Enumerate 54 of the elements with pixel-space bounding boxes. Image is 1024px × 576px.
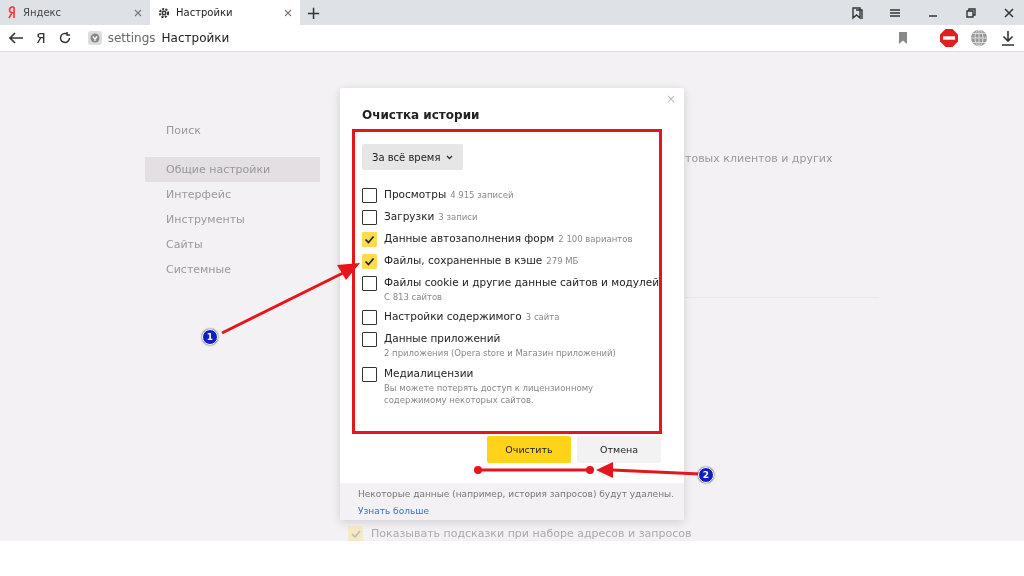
option-label: Просмотры [384, 188, 447, 200]
learn-more-link[interactable]: Узнать больше [358, 506, 429, 516]
option-label: Настройки содержимого [384, 310, 522, 323]
shield-icon [87, 31, 102, 45]
dialog-title: Очистка истории [362, 108, 481, 122]
globe-icon[interactable] [970, 29, 988, 47]
option-description: С 813 сайтов [384, 291, 444, 304]
browser-tab[interactable]: Яндекс [0, 0, 150, 25]
option-label: Показывать подсказки при наборе адресов и запросов [371, 527, 692, 540]
checkbox[interactable] [362, 332, 377, 348]
browser-tab[interactable]: Настройки [150, 0, 300, 25]
item-count: 279 МБ [546, 256, 579, 266]
footer-note: Некоторые данные (например, история запросов) будут удалены. [358, 489, 675, 499]
gear-icon [158, 6, 170, 19]
period-dropdown[interactable]: За всё время [362, 144, 464, 170]
checkbox[interactable] [362, 210, 377, 225]
checkmark-icon [364, 235, 375, 244]
option-label: Данные автозаполнения форм [384, 232, 555, 244]
caret-icon [446, 154, 454, 160]
option-label: Файлы, сохраненные в кэше [384, 254, 543, 266]
adblock-icon[interactable] [940, 29, 958, 47]
item-count: 3 сайта [525, 312, 560, 323]
home-button[interactable]: Я [36, 30, 46, 46]
option-label: Данные приложений [384, 332, 501, 345]
restore-icon[interactable] [964, 5, 978, 20]
checkmark-icon [364, 257, 375, 266]
close-icon[interactable] [1002, 5, 1016, 20]
back-icon[interactable] [8, 31, 24, 45]
cancel-button[interactable]: Отмена [577, 436, 661, 463]
item-count: 4 915 записей [450, 190, 514, 200]
settings-text: товых клиентов и других [685, 152, 834, 165]
item-count: 3 записи [438, 212, 478, 222]
option-description: 2 приложения (Opera store и Магазин приложений) [384, 347, 617, 360]
bookmark-icon[interactable] [898, 32, 908, 44]
item-count: 2 100 вариантов [558, 234, 633, 244]
close-icon[interactable] [284, 8, 292, 17]
option-description: Вы можете потерять доступ к лицензионному содержимому некоторых сайтов. [384, 381, 595, 407]
url-scheme: settings [107, 31, 156, 45]
checkbox[interactable] [362, 366, 377, 382]
checkbox[interactable] [362, 310, 377, 326]
new-tab-button[interactable]: + [300, 3, 328, 22]
checkbox[interactable] [362, 188, 377, 203]
option-label: Файлы cookie и другие данные сайтов и модулей [384, 276, 660, 288]
option-label: Медиалицензии [384, 366, 474, 379]
bookmarks-icon[interactable] [850, 5, 864, 20]
address-field[interactable]: settings Настройки [83, 27, 914, 49]
logo-icon [8, 6, 17, 19]
clear-button[interactable]: Очистить [487, 436, 571, 463]
checkbox[interactable] [362, 276, 377, 291]
option-label: Загрузки [384, 210, 435, 222]
download-icon[interactable] [1000, 30, 1016, 46]
reload-icon[interactable] [57, 31, 72, 45]
page-title: Настройки [161, 31, 230, 45]
checkmark-icon [350, 529, 361, 538]
